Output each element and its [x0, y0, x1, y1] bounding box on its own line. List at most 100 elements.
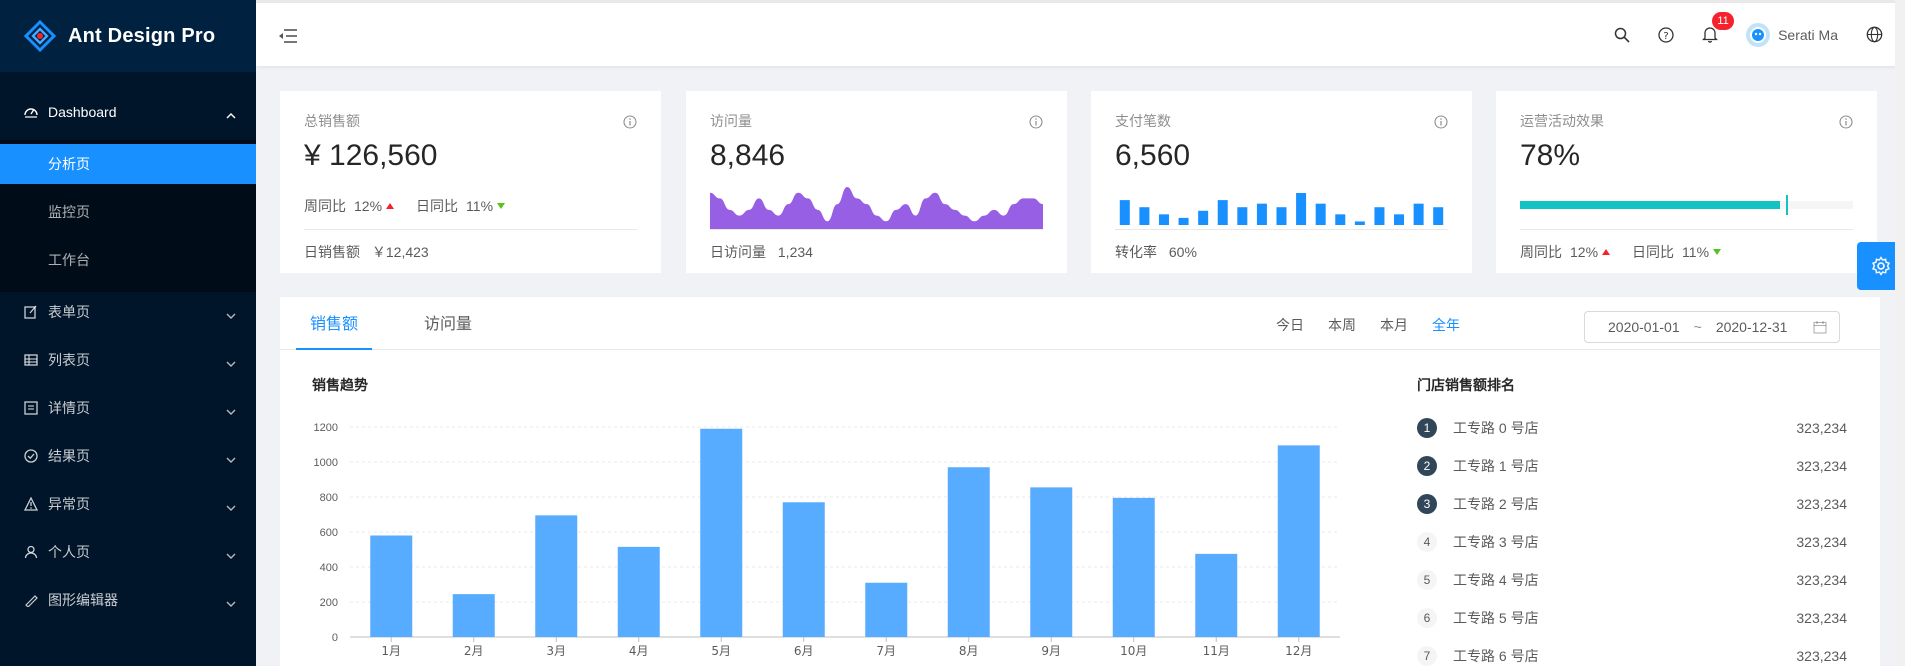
menu-label: 图形编辑器	[48, 592, 118, 608]
search-icon[interactable]	[1600, 27, 1644, 43]
chart-title: 销售趋势	[312, 377, 368, 393]
menu-result[interactable]: 结果页	[0, 436, 256, 476]
payment-bar	[1315, 203, 1326, 225]
card-footer: 日访问量 1,234	[710, 229, 1043, 262]
store-name: 工专路 6 号店	[1453, 648, 1539, 664]
mini-bar-svg	[1119, 193, 1444, 225]
range-year[interactable]: 全年	[1432, 315, 1460, 335]
store-name: 工专路 5 号店	[1453, 610, 1539, 626]
mini-area-svg	[710, 187, 1043, 229]
sales-bar[interactable]	[452, 594, 495, 637]
card-value: 6,560	[1115, 139, 1191, 172]
store-name: 工专路 1 号店	[1453, 458, 1539, 474]
y-tick-label: 800	[320, 492, 338, 504]
menu-label: 异常页	[48, 496, 90, 512]
card-visits: 访问量 8,846 日访问量 1,234	[686, 91, 1067, 273]
menu-analysis[interactable]: 分析页	[0, 144, 256, 184]
payment-bar	[1198, 210, 1209, 225]
sales-bar[interactable]	[535, 515, 578, 637]
date-separator: ~	[1693, 319, 1702, 335]
x-tick-label: 11月	[1203, 644, 1230, 658]
store-name: 工专路 4 号店	[1453, 572, 1539, 588]
menu-workplace[interactable]: 工作台	[0, 240, 256, 280]
store-sales: 323,234	[1796, 572, 1847, 588]
menu-list[interactable]: 列表页	[0, 340, 256, 380]
info-circle-icon[interactable]	[1839, 115, 1853, 132]
card-operations: 运营活动效果 78% 周同比 12% 日同比 11%	[1496, 91, 1877, 273]
menu-fold-icon[interactable]	[278, 27, 298, 48]
x-tick-label: 10月	[1120, 644, 1147, 658]
tab-sales[interactable]: 销售额	[296, 297, 373, 350]
dashboard-icon	[24, 105, 38, 119]
x-tick-label: 8月	[959, 644, 979, 658]
x-tick-label: 7月	[876, 644, 896, 658]
rank-number: 3	[1417, 494, 1437, 514]
caret-up-icon	[386, 203, 395, 209]
sales-bar[interactable]	[947, 467, 990, 637]
payment-bar	[1354, 221, 1365, 225]
menu-account[interactable]: 个人页	[0, 532, 256, 572]
chevron-down-icon	[226, 355, 236, 371]
payment-bar	[1178, 217, 1189, 225]
sales-bar[interactable]	[617, 546, 660, 637]
wow-value: 12%	[354, 198, 383, 214]
info-circle-icon[interactable]	[623, 115, 637, 132]
chevron-down-icon	[226, 403, 236, 419]
date-range-picker[interactable]: 2020-01-01 ~ 2020-12-31	[1584, 311, 1840, 343]
gear-icon	[1872, 256, 1890, 276]
sales-bar[interactable]	[700, 428, 743, 637]
tab-visits[interactable]: 访问量	[424, 297, 472, 350]
form-icon	[24, 305, 38, 319]
rank-number: 1	[1417, 418, 1437, 438]
footer-label: 日访问量	[710, 244, 766, 260]
chevron-down-icon	[226, 307, 236, 323]
sales-bar[interactable]	[370, 535, 413, 638]
caret-down-icon	[1713, 249, 1722, 255]
notification-bell-icon[interactable]: 11	[1688, 12, 1735, 43]
logo[interactable]: Ant Design Pro	[0, 0, 256, 72]
payment-bar	[1394, 214, 1405, 225]
profile-icon	[24, 401, 38, 415]
sales-bar-chart: 0 200 400 600 800 1000 1200 1月 2月 3月 4月 5月 6月 7月 8月 9月 1…	[314, 422, 1340, 658]
header-actions: ? 11 Serati Ma	[1600, 3, 1905, 66]
ranking-row: 5 工专路 4 号店 323,234	[1417, 561, 1847, 599]
card-label: 运营活动效果	[1520, 113, 1604, 129]
info-circle-icon[interactable]	[1434, 115, 1448, 132]
sales-bar[interactable]	[1195, 553, 1238, 637]
menu-label: 详情页	[48, 400, 90, 416]
menu-dashboard[interactable]: Dashboard	[0, 92, 256, 132]
sales-bar[interactable]	[782, 502, 825, 637]
menu-form[interactable]: 表单页	[0, 292, 256, 332]
menu-profile[interactable]: 详情页	[0, 388, 256, 428]
sales-bar[interactable]	[1277, 445, 1320, 637]
date-start[interactable]: 2020-01-01	[1608, 319, 1680, 335]
range-week[interactable]: 本周	[1328, 315, 1356, 335]
sales-bar[interactable]	[1030, 487, 1073, 637]
sales-bar[interactable]	[1112, 497, 1155, 637]
menu-monitor[interactable]: 监控页	[0, 192, 256, 232]
x-tick-label: 9月	[1041, 644, 1061, 658]
app-title: Ant Design Pro	[68, 24, 216, 47]
check-circle-icon	[24, 449, 38, 463]
help-icon[interactable]: ?	[1644, 26, 1688, 43]
caret-down-icon	[497, 203, 506, 209]
payment-bar	[1237, 207, 1248, 225]
chevron-down-icon	[226, 595, 236, 611]
range-today[interactable]: 今日	[1276, 315, 1304, 335]
menu-exception[interactable]: 异常页	[0, 484, 256, 524]
svg-text:?: ?	[1663, 31, 1668, 42]
date-end[interactable]: 2020-12-31	[1716, 319, 1788, 335]
user-menu[interactable]: Serati Ma	[1732, 22, 1852, 47]
menu-label: 个人页	[48, 544, 90, 560]
page-scrollbar[interactable]	[1895, 0, 1905, 666]
range-month[interactable]: 本月	[1380, 315, 1408, 335]
info-circle-icon[interactable]	[1029, 115, 1043, 132]
menu-label: 结果页	[48, 448, 90, 464]
sales-bar[interactable]	[865, 582, 908, 637]
menu-editor[interactable]: 图形编辑器	[0, 580, 256, 620]
chevron-down-icon	[226, 547, 236, 563]
sidebar: Ant Design Pro Dashboard 分析页 监控页 工作台 表单页…	[0, 0, 256, 666]
dod-value: 11%	[466, 198, 494, 214]
wow-value: 12%	[1570, 244, 1599, 260]
y-tick-label: 600	[320, 527, 338, 539]
